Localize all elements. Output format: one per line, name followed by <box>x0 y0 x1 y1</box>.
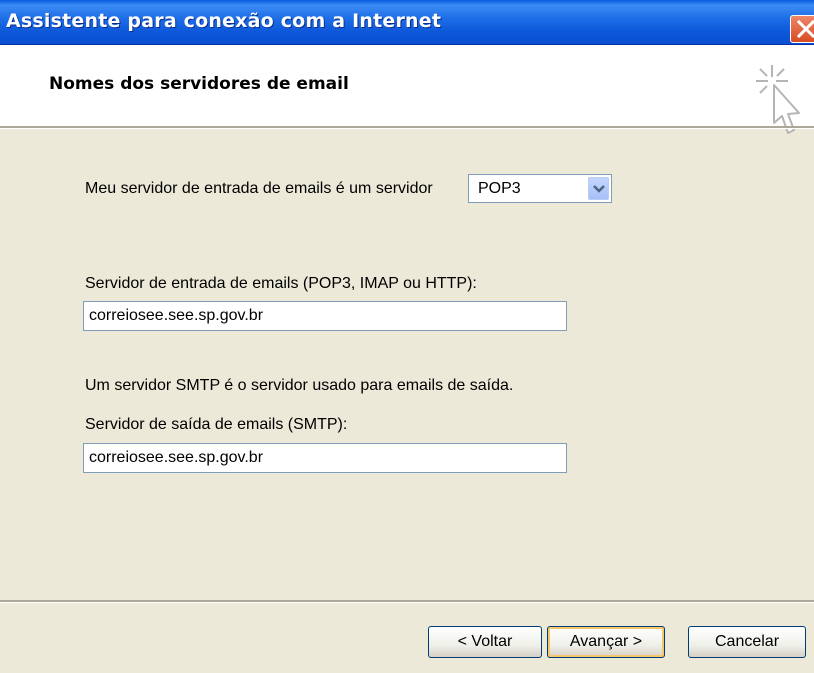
outgoing-server-input[interactable] <box>83 443 567 473</box>
outgoing-server-label: Servidor de saída de emails (SMTP): <box>85 416 348 433</box>
window-title: Assistente para conexão com a Internet <box>6 10 442 32</box>
incoming-server-label: Servidor de entrada de emails (POP3, IMA… <box>85 275 477 292</box>
smtp-info-text: Um servidor SMTP é o servidor usado para… <box>85 377 514 394</box>
dropdown-button[interactable] <box>588 177 609 200</box>
close-button[interactable] <box>790 15 814 43</box>
header-divider <box>0 126 814 129</box>
back-button[interactable]: < Voltar <box>428 626 542 658</box>
wizard-window: Assistente para conexão com a Internet N… <box>0 0 814 673</box>
incoming-type-select[interactable]: POP3 <box>468 174 612 203</box>
cancel-button[interactable]: Cancelar <box>688 626 806 658</box>
incoming-server-input[interactable] <box>83 301 567 331</box>
footer-divider <box>0 600 814 603</box>
close-icon <box>796 20 814 38</box>
chevron-down-icon <box>593 185 605 193</box>
next-button[interactable]: Avançar > <box>547 626 665 658</box>
incoming-type-label: Meu servidor de entrada de emails é um s… <box>85 180 433 197</box>
incoming-type-value: POP3 <box>478 180 521 197</box>
cursor-sparkle-icon <box>756 65 800 134</box>
page-title: Nomes dos servidores de email <box>49 74 349 94</box>
title-bar[interactable]: Assistente para conexão com a Internet <box>0 0 814 45</box>
wizard-header: Nomes dos servidores de email <box>0 45 814 134</box>
